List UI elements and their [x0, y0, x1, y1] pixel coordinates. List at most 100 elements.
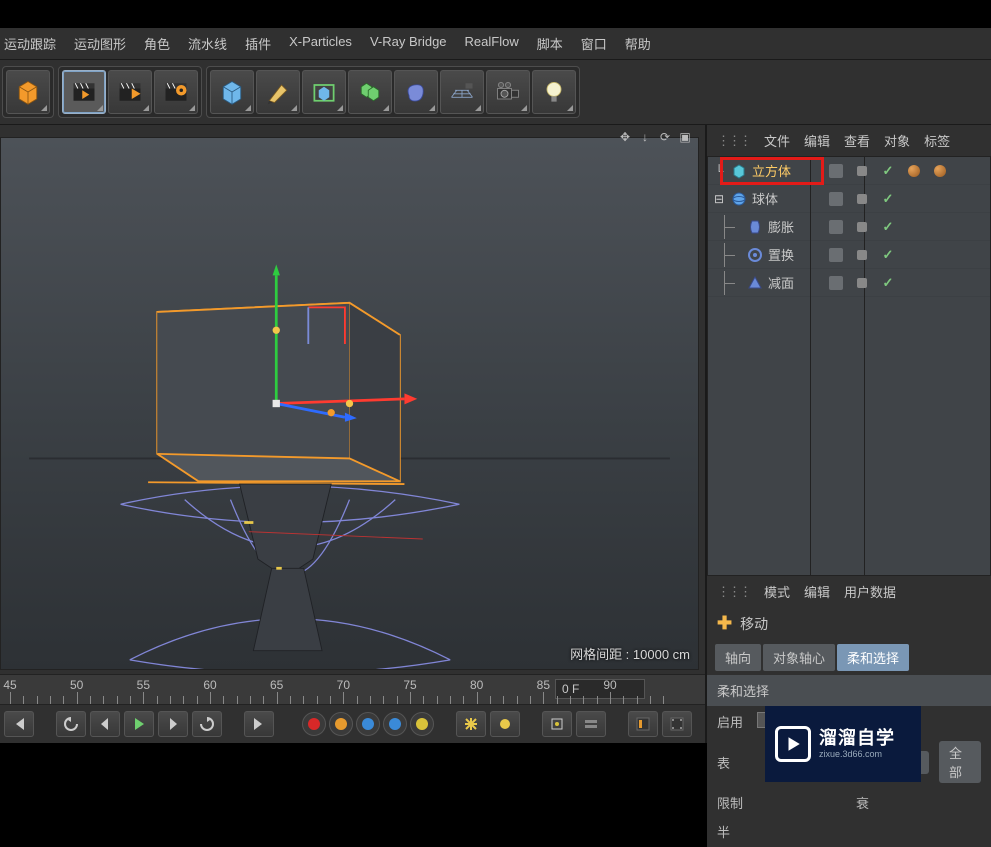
object-label[interactable]: 膨胀 — [768, 217, 794, 236]
om-tab-tags[interactable]: 标签 — [924, 131, 950, 150]
om-tab-objects[interactable]: 对象 — [884, 131, 910, 150]
fcurve-button[interactable] — [628, 711, 658, 737]
expander-icon[interactable]: └ — [712, 164, 726, 178]
timeline-ruler[interactable]: 0 F 45505560657075808590 — [0, 674, 705, 704]
enable-check-icon[interactable]: ✓ — [878, 190, 898, 208]
object-manager-tabs: ⋮⋮⋮ 文件 编辑 查看 对象 标签 — [707, 125, 991, 156]
object-label[interactable]: 球体 — [752, 189, 778, 208]
om-tab-edit[interactable]: 编辑 — [804, 131, 830, 150]
menu-window[interactable]: 窗口 — [581, 34, 607, 53]
visibility-tag[interactable] — [826, 218, 846, 236]
go-start-button[interactable] — [4, 711, 34, 737]
visibility-tag[interactable] — [826, 162, 846, 180]
bean-icon — [402, 78, 430, 106]
subtab-axis[interactable]: 轴向 — [715, 644, 761, 671]
am-tab-edit[interactable]: 编辑 — [804, 582, 830, 601]
enable-check-icon[interactable]: ✓ — [878, 246, 898, 264]
visibility-tag[interactable] — [826, 246, 846, 264]
menu-realflow[interactable]: RealFlow — [465, 34, 519, 53]
viewport[interactable]: ✥ ↓ ⟳ ▣ — [0, 125, 703, 674]
bulb-icon — [540, 78, 568, 106]
add-spline-button[interactable] — [256, 70, 300, 114]
step-back-key-button[interactable] — [56, 711, 86, 737]
key-all-button[interactable] — [490, 711, 520, 737]
om-tab-view[interactable]: 查看 — [844, 131, 870, 150]
layer-dot[interactable] — [852, 190, 872, 208]
key-pos-button[interactable] — [356, 712, 380, 736]
add-array-button[interactable] — [348, 70, 392, 114]
watermark-badge: 溜溜自学 zixue.3d66.com — [765, 706, 921, 782]
expander-icon[interactable]: ⊟ — [712, 192, 726, 206]
object-label[interactable]: 立方体 — [752, 161, 791, 180]
material-tag-icon[interactable] — [930, 162, 950, 180]
current-frame-field[interactable]: 0 F — [555, 679, 645, 699]
add-light-button[interactable] — [532, 70, 576, 114]
menu-character[interactable]: 角色 — [144, 34, 170, 53]
visibility-tag[interactable] — [826, 190, 846, 208]
om-tab-file[interactable]: 文件 — [764, 131, 790, 150]
layer-dot[interactable] — [852, 162, 872, 180]
add-environment-button[interactable] — [440, 70, 484, 114]
render-region-button[interactable] — [108, 70, 152, 114]
menu-mograph[interactable]: 运动图形 — [74, 34, 126, 53]
key-rot-button[interactable] — [410, 712, 434, 736]
next-frame-button[interactable] — [158, 711, 188, 737]
main-toolbar — [0, 59, 991, 125]
add-deformer-button[interactable] — [394, 70, 438, 114]
viewport-move-icon[interactable]: ✥ — [617, 129, 633, 145]
menu-help[interactable]: 帮助 — [625, 34, 651, 53]
visibility-tag[interactable] — [826, 274, 846, 292]
am-tab-mode[interactable]: 模式 — [764, 582, 790, 601]
render-settings-button[interactable] — [154, 70, 198, 114]
panel-grip-icon[interactable]: ⋮⋮⋮ — [717, 584, 750, 600]
enable-check-icon[interactable]: ✓ — [878, 274, 898, 292]
add-camera-button[interactable] — [486, 70, 530, 114]
viewport-layout-icon[interactable]: ▣ — [677, 129, 693, 145]
object-label[interactable]: 减面 — [768, 273, 794, 292]
enable-check-icon[interactable]: ✓ — [878, 162, 898, 180]
add-generator-button[interactable] — [302, 70, 346, 114]
key-selection-button[interactable] — [542, 711, 572, 737]
subtab-soft-selection[interactable]: 柔和选择 — [837, 644, 909, 671]
camera-icon — [494, 78, 522, 106]
prev-frame-button[interactable] — [90, 711, 120, 737]
dopesheet-button[interactable] — [662, 711, 692, 737]
all-pill[interactable]: 全部 — [939, 741, 981, 783]
object-label[interactable]: 置换 — [768, 245, 794, 264]
autokey-button[interactable] — [329, 712, 353, 736]
watermark-url: zixue.3d66.com — [819, 749, 895, 760]
viewport-orbit-icon[interactable]: ⟳ — [657, 129, 673, 145]
menu-xparticles[interactable]: X-Particles — [289, 34, 352, 53]
key-scale-button[interactable] — [383, 712, 407, 736]
ruler-label: 55 — [137, 678, 150, 692]
cube-blue-icon — [218, 78, 246, 106]
am-tab-userdata[interactable]: 用户数据 — [844, 582, 896, 601]
panel-grip-icon[interactable]: ⋮⋮⋮ — [717, 133, 750, 149]
viewport-dolly-icon[interactable]: ↓ — [637, 129, 653, 145]
title-bar-strip — [0, 0, 991, 28]
play-button[interactable] — [124, 711, 154, 737]
enable-check-icon[interactable]: ✓ — [878, 218, 898, 236]
animation-layer-button[interactable] — [576, 711, 606, 737]
layer-dot[interactable] — [852, 246, 872, 264]
layer-dot[interactable] — [852, 218, 872, 236]
record-key-button[interactable] — [302, 712, 326, 736]
ruler-label: 80 — [470, 678, 483, 692]
add-primitive-button[interactable] — [210, 70, 254, 114]
menu-pipeline[interactable]: 流水线 — [188, 34, 227, 53]
primitive-cube-button[interactable] — [6, 70, 50, 114]
subtab-object-axis[interactable]: 对象轴心 — [763, 644, 835, 671]
menu-motion-tracker[interactable]: 运动跟踪 — [4, 34, 56, 53]
key-options-button[interactable] — [456, 711, 486, 737]
go-end-button[interactable] — [244, 711, 274, 737]
step-fwd-key-button[interactable] — [192, 711, 222, 737]
material-tag-icon[interactable] — [904, 162, 924, 180]
section-header: 柔和选择 — [707, 675, 991, 706]
layer-dot[interactable] — [852, 274, 872, 292]
menu-vray[interactable]: V-Ray Bridge — [370, 34, 447, 53]
watermark-title: 溜溜自学 — [819, 728, 895, 750]
menu-script[interactable]: 脚本 — [537, 34, 563, 53]
render-view-button[interactable] — [62, 70, 106, 114]
object-tree[interactable]: └ 立方体 ⊟ 球体 膨胀 置换 减面 — [707, 156, 991, 576]
menu-plugins[interactable]: 插件 — [245, 34, 271, 53]
